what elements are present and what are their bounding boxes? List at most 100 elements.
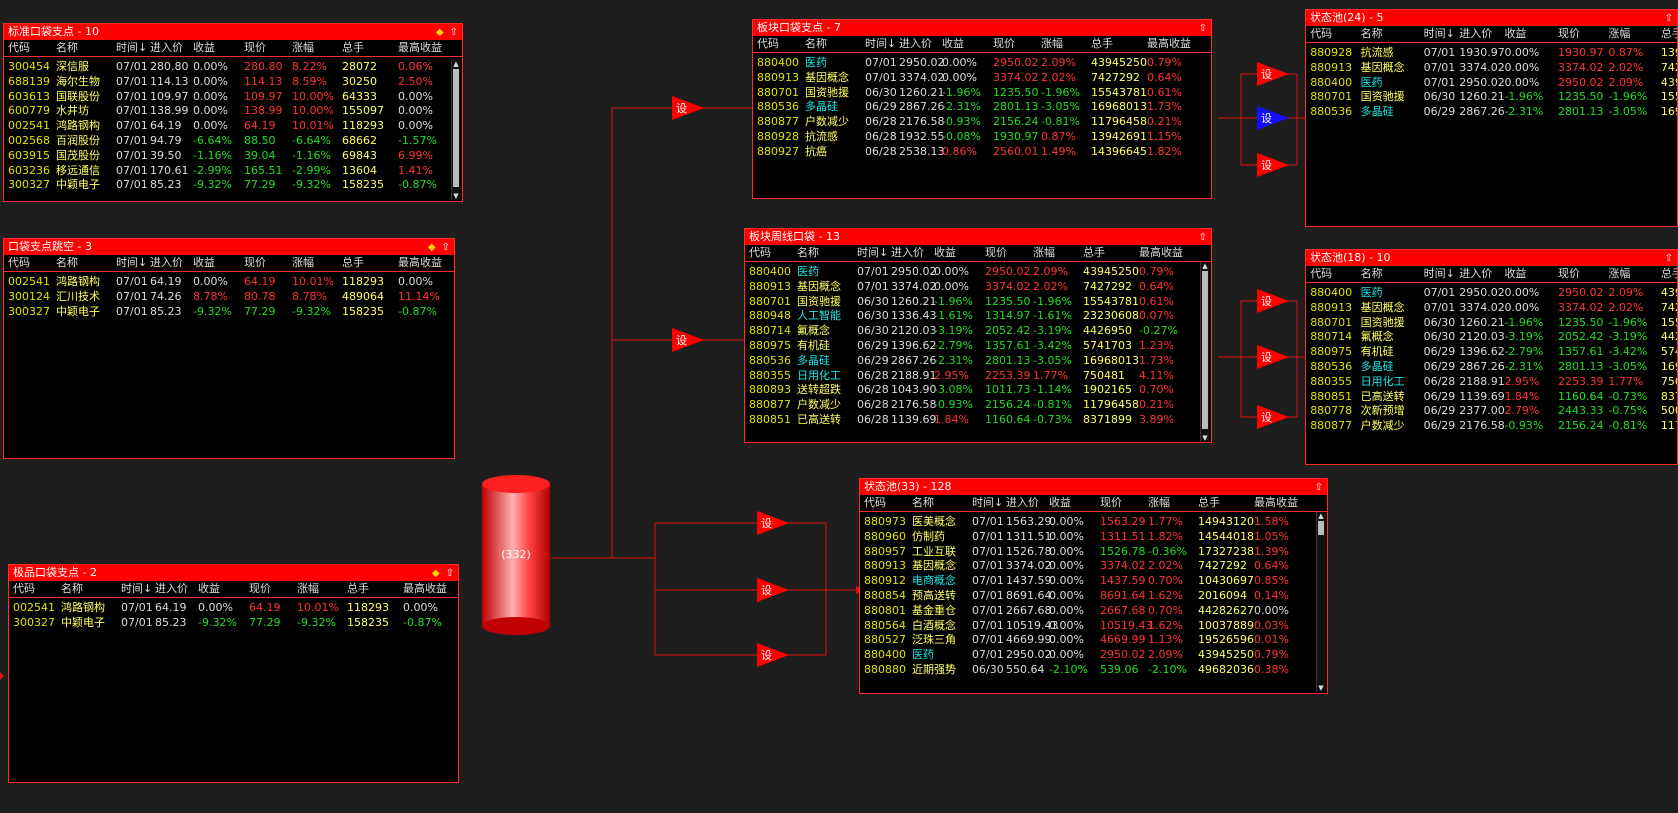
table-row[interactable]: 880400医药07/012950.020.00%2950.022.09%439…	[860, 648, 1327, 663]
header-volume[interactable]: 总手	[1661, 26, 1677, 42]
scroll-up-icon[interactable]: ▲	[452, 60, 460, 68]
header-entry[interactable]: 进入价	[150, 255, 183, 271]
header-entry[interactable]: 进入价	[1006, 495, 1039, 511]
table-row[interactable]: 880960 仿制药 07/01 1311.51 0.00% 1311.51 1.82% 14…	[860, 530, 1327, 545]
panel-title-bar[interactable]: 板块周线口袋 - 13 ⇧	[745, 229, 1211, 245]
header-time[interactable]: 时间↓	[116, 255, 147, 271]
header-entry[interactable]: 进入价	[891, 245, 924, 261]
panel-title-bar[interactable]: 状态池(18) - 10 ⇧	[1306, 250, 1677, 266]
table-row[interactable]: 880801 基金重仓 07/01 2667.68 0.00% 2667.68 0.70% 4…	[860, 604, 1327, 619]
panel-title-bar[interactable]: 板块口袋支点 - 7 ⇧	[753, 20, 1211, 36]
gate-node[interactable]: 设	[757, 643, 789, 667]
table-row[interactable]: 880912 电商概念 07/01 1437.59 0.00% 1437.59 0.70% 1…	[860, 574, 1327, 589]
header-volume[interactable]: 总手	[1083, 245, 1105, 261]
header-max-gain[interactable]: 最高收益	[1254, 495, 1298, 511]
header-price[interactable]: 现价	[985, 245, 1007, 261]
gate-node[interactable]: 设	[1257, 345, 1289, 369]
table-row[interactable]: 880536 多晶硅 06/29 2867.26 -2.31% 2801.13 -3.05%…	[753, 100, 1211, 115]
table-row[interactable]: 880536 多晶硅 06/29 2867.26 -2.31% 2801.13 -3.05%…	[1306, 105, 1677, 120]
header-gain[interactable]: 收益	[193, 255, 215, 271]
header-change[interactable]: 涨幅	[292, 40, 314, 56]
panel-state-pool-18[interactable]: 状态池(18) - 10⇧代码名称时间↓进入价收益现价涨幅总手最高收益88040…	[1305, 249, 1678, 465]
table-row[interactable]: 002568 百润股份 07/01 94.79 -6.64% 88.50 -6.64% 686…	[4, 134, 462, 149]
header-time[interactable]: 时间↓	[1424, 26, 1455, 42]
header-name[interactable]: 名称	[61, 581, 83, 597]
table-row[interactable]: 880851 已高送转 06/29 1139.69 1.84% 1160.64 -0.73%…	[1306, 390, 1677, 405]
table-row[interactable]: 880877 户数减少 06/29 2176.58 -0.93% 2156.24 -0.81…	[1306, 419, 1677, 434]
diamond-icon[interactable]: ◆	[428, 240, 436, 256]
header-entry[interactable]: 进入价	[899, 36, 932, 52]
header-time[interactable]: 时间↓	[116, 40, 147, 56]
vertical-scrollbar[interactable]: ▲ ▼	[1316, 512, 1325, 692]
header-time[interactable]: 时间↓	[865, 36, 896, 52]
table-row[interactable]: 880913 基因概念 07/01 3374.02 0.00% 3374.02 2.02% 7…	[860, 559, 1327, 574]
header-change[interactable]: 涨幅	[1608, 26, 1630, 42]
header-code[interactable]: 代码	[13, 581, 35, 597]
header-price[interactable]: 现价	[993, 36, 1015, 52]
header-price[interactable]: 现价	[1558, 26, 1580, 42]
scroll-down-icon[interactable]: ▼	[452, 192, 460, 200]
header-price[interactable]: 现价	[244, 40, 266, 56]
header-entry[interactable]: 进入价	[150, 40, 183, 56]
table-row[interactable]: 300327 中颖电子 07/01 85.23 -9.32% 77.29 -9.32% 158…	[4, 178, 462, 193]
header-max-gain[interactable]: 最高收益	[398, 255, 442, 271]
header-time[interactable]: 时间↓	[857, 245, 888, 261]
table-row[interactable]: 880877 户数减少 06/28 2176.58 -0.93% 2156.24 -0.81…	[745, 398, 1211, 413]
collapse-icon[interactable]: ⇧	[1665, 251, 1673, 267]
table-row[interactable]: 880957 工业互联 07/01 1526.78 0.00% 1526.78 -0.36%…	[860, 545, 1327, 560]
header-code[interactable]: 代码	[1310, 26, 1332, 42]
table-row[interactable]: 688139 海尔生物 07/01 114.13 0.00% 114.13 8.59% 302…	[4, 75, 462, 90]
header-name[interactable]: 名称	[805, 36, 827, 52]
header-volume[interactable]: 总手	[347, 581, 369, 597]
scroll-thumb[interactable]	[1202, 271, 1208, 429]
panel-title-bar[interactable]: 口袋支点跳空 - 3 ◆ ⇧	[4, 239, 454, 255]
header-volume[interactable]: 总手	[342, 255, 364, 271]
header-price[interactable]: 现价	[1100, 495, 1122, 511]
scroll-thumb[interactable]	[453, 69, 459, 187]
table-row[interactable]: 880536 多晶硅 06/29 2867.26 -2.31% 2801.13 -3.05%…	[745, 354, 1211, 369]
header-gain[interactable]: 收益	[1049, 495, 1071, 511]
vertical-scrollbar[interactable]: ▲ ▼	[1200, 262, 1209, 442]
gate-node[interactable]: 设	[1257, 289, 1289, 313]
table-row[interactable]: 880851 已高送转 06/28 1139.69 1.84% 1160.64 -0.73%…	[745, 413, 1211, 428]
header-price[interactable]: 现价	[1558, 266, 1580, 282]
gate-node[interactable]: 设	[672, 96, 704, 120]
table-row[interactable]: 880778 次新预增 06/29 2377.00 2.79% 2443.33 -0.75%…	[1306, 404, 1677, 419]
header-gain[interactable]: 收益	[934, 245, 956, 261]
header-volume[interactable]: 总手	[1198, 495, 1220, 511]
header-code[interactable]: 代码	[1310, 266, 1332, 282]
collapse-icon[interactable]: ⇧	[446, 566, 454, 582]
table-row[interactable]: 300124 汇川技术 07/01 74.26 8.78% 80.78 8.78% 48906…	[4, 290, 454, 305]
scroll-thumb[interactable]	[1318, 521, 1324, 535]
table-row[interactable]: 880355 日用化工 06/28 2188.91 2.95% 2253.39 1.77% 7…	[745, 369, 1211, 384]
table-row[interactable]: 603915 国茂股份 07/01 39.50 -1.16% 39.04 -1.16% 698…	[4, 149, 462, 164]
diamond-icon[interactable]: ◆	[436, 25, 444, 41]
table-row[interactable]: 880527 泛珠三角 07/01 4669.99 0.00% 4669.99 1.13% 1…	[860, 633, 1327, 648]
header-change[interactable]: 涨幅	[1041, 36, 1063, 52]
collapse-icon[interactable]: ⇧	[442, 240, 450, 256]
table-row[interactable]: 880701 国资驰援 06/30 1260.21 -1.96% 1235.50 -1.96…	[753, 86, 1211, 101]
table-row[interactable]: 300327 中颖电子 07/01 85.23 -9.32% 77.29 -9.32% 158…	[9, 616, 458, 631]
table-row[interactable]: 880536 多晶硅 06/29 2867.26 -2.31% 2801.13 -3.05%…	[1306, 360, 1677, 375]
header-gain[interactable]: 收益	[193, 40, 215, 56]
header-max-gain[interactable]: 最高收益	[398, 40, 442, 56]
header-time[interactable]: 时间↓	[121, 581, 152, 597]
scroll-up-icon[interactable]: ▲	[1201, 262, 1209, 270]
header-entry[interactable]: 进入价	[1459, 26, 1492, 42]
header-max-gain[interactable]: 最高收益	[403, 581, 447, 597]
table-row[interactable]: 880400医药07/012950.020.00%2950.022.09%439…	[745, 265, 1211, 280]
panel-state-pool-24[interactable]: 状态池(24) - 5⇧代码名称时间↓进入价收益现价涨幅总手最高收益880928…	[1305, 9, 1678, 227]
header-price[interactable]: 现价	[244, 255, 266, 271]
table-row[interactable]: 300454 深信服 07/01 280.80 0.00% 280.80 8.22% 2807…	[4, 60, 462, 75]
header-change[interactable]: 涨幅	[1148, 495, 1170, 511]
table-row[interactable]: 880948 人工智能 06/30 1336.43 -1.61% 1314.97 -1.61…	[745, 309, 1211, 324]
header-gain[interactable]: 收益	[198, 581, 220, 597]
scroll-down-icon[interactable]: ▼	[1317, 684, 1325, 692]
header-code[interactable]: 代码	[864, 495, 886, 511]
table-row[interactable]: 880973 医美概念 07/01 1563.29 0.00% 1563.29 1.77% 1…	[860, 515, 1327, 530]
data-store-cylinder[interactable]: (332)	[481, 474, 551, 636]
panel-title-bar[interactable]: 标准口袋支点 - 10 ◆ ⇧	[4, 24, 462, 40]
gate-node-active[interactable]: 设	[1257, 106, 1289, 130]
gate-node[interactable]: 设	[1257, 405, 1289, 429]
header-name[interactable]: 名称	[797, 245, 819, 261]
